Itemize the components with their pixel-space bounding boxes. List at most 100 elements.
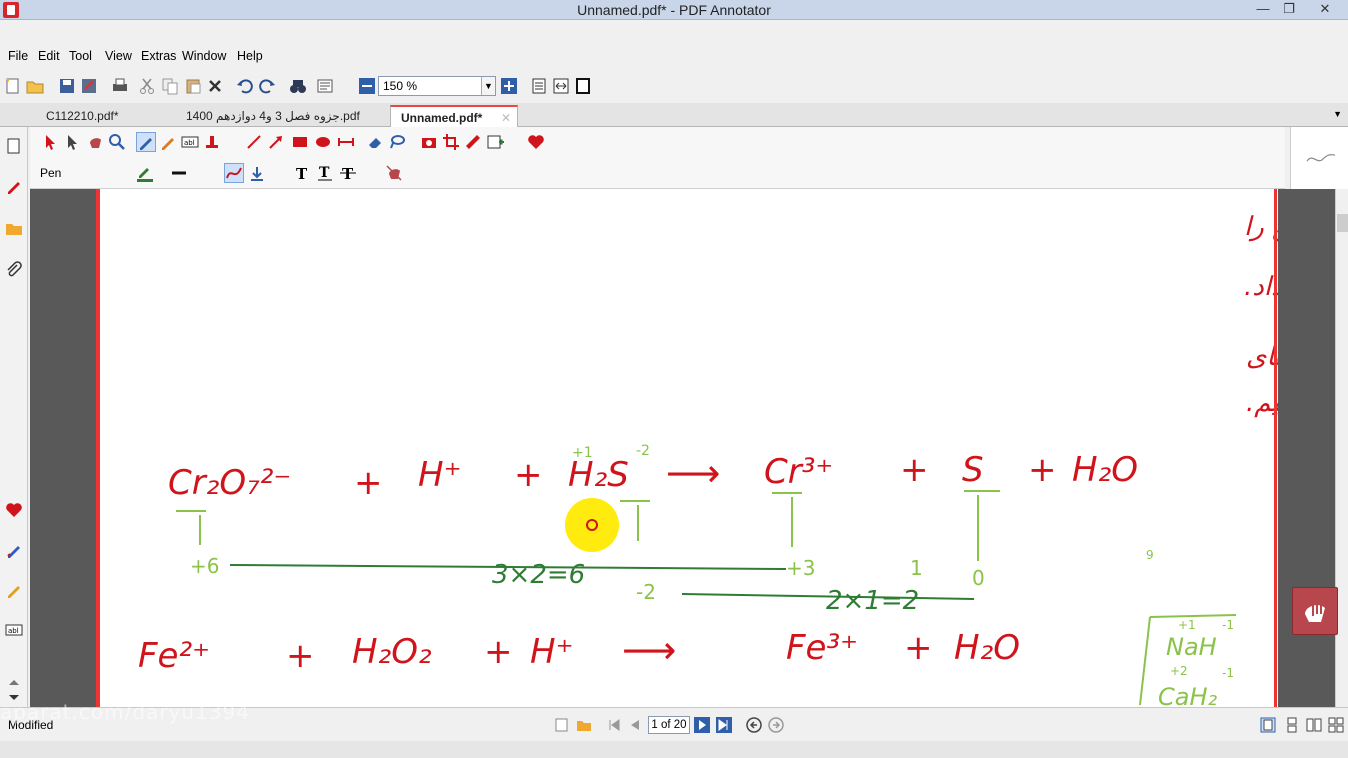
persian-line-1: باید تغییرات اعداد اکسایش را در عناصر سم… bbox=[1244, 212, 1278, 242]
highlighter-icon[interactable] bbox=[5, 581, 23, 599]
print-icon[interactable] bbox=[111, 77, 131, 95]
pen-color-icon[interactable] bbox=[136, 164, 154, 182]
pdf-page[interactable]: باید تغییرات اعداد اکسایش را در عناصر سم… bbox=[96, 189, 1348, 711]
heart-icon[interactable] bbox=[5, 501, 23, 519]
view-single-icon[interactable] bbox=[1260, 717, 1276, 733]
attachment-icon[interactable] bbox=[5, 261, 23, 279]
tab-list-icon[interactable]: ▼ bbox=[1333, 109, 1342, 119]
close-tab-icon[interactable]: ✕ bbox=[501, 111, 511, 125]
eq2-fe3: Fe³⁺ bbox=[786, 628, 858, 668]
close-button[interactable]: ✕ bbox=[1302, 0, 1348, 20]
redo-icon[interactable] bbox=[258, 77, 278, 95]
camera-icon[interactable] bbox=[420, 133, 438, 151]
menu-edit[interactable]: Edit bbox=[38, 49, 60, 63]
window-title: Unnamed.pdf* - PDF Annotator bbox=[577, 2, 771, 18]
ruler-icon[interactable] bbox=[464, 133, 482, 151]
eq2-arrow: ⟶ bbox=[622, 628, 676, 672]
lasso-icon[interactable] bbox=[388, 133, 406, 151]
zoom-in-icon[interactable] bbox=[500, 77, 520, 95]
text-strike-icon[interactable]: T bbox=[339, 164, 357, 183]
red-pen-icon[interactable] bbox=[5, 177, 23, 195]
next-page-icon[interactable] bbox=[694, 717, 710, 733]
textbox-tool-icon[interactable]: abl bbox=[181, 133, 199, 151]
eraser-icon[interactable] bbox=[366, 133, 384, 151]
maximize-button[interactable]: ❐ bbox=[1276, 0, 1302, 20]
page-layout-icon[interactable] bbox=[316, 77, 336, 95]
insert-image-icon[interactable] bbox=[486, 133, 504, 151]
first-page-icon[interactable] bbox=[606, 717, 622, 733]
hand-tool-icon[interactable] bbox=[86, 133, 104, 151]
highlighter-tool-icon[interactable] bbox=[159, 133, 177, 151]
new-icon[interactable] bbox=[4, 77, 24, 95]
stamp-icon[interactable] bbox=[203, 133, 221, 151]
text-bold-icon[interactable]: T bbox=[293, 164, 311, 183]
delete-icon[interactable] bbox=[206, 77, 226, 95]
last-page-icon[interactable] bbox=[716, 717, 732, 733]
ellipse-tool-icon[interactable] bbox=[314, 133, 332, 151]
marker-icon[interactable] bbox=[5, 541, 23, 559]
eq1-plus2: + bbox=[514, 455, 543, 495]
line-tool-icon[interactable] bbox=[245, 133, 263, 151]
arrow-tool-icon[interactable] bbox=[267, 133, 285, 151]
minimize-button[interactable]: — bbox=[1250, 0, 1276, 20]
single-page-icon[interactable] bbox=[530, 77, 550, 95]
chevron-down-icon[interactable]: ▼ bbox=[481, 77, 495, 95]
menu-extras[interactable]: Extras bbox=[141, 49, 176, 63]
view-two-page-icon[interactable] bbox=[1306, 717, 1322, 733]
page-thumbnail-icon[interactable] bbox=[554, 717, 570, 733]
back-icon[interactable] bbox=[746, 717, 762, 733]
crop-icon[interactable] bbox=[442, 133, 460, 151]
page-icon[interactable] bbox=[5, 137, 23, 155]
forward-icon[interactable] bbox=[768, 717, 784, 733]
ox-cr-left: +6 bbox=[190, 554, 219, 578]
pressure-icon[interactable] bbox=[248, 164, 266, 182]
cut-icon[interactable] bbox=[138, 77, 158, 95]
menu-help[interactable]: Help bbox=[237, 49, 263, 63]
text-box-icon[interactable]: abl bbox=[5, 621, 23, 639]
text-underline-icon[interactable]: T bbox=[316, 164, 334, 182]
smooth-stroke-icon[interactable] bbox=[224, 163, 244, 183]
select-arrow-icon[interactable] bbox=[42, 133, 60, 151]
save-as-icon[interactable] bbox=[80, 77, 100, 95]
fit-width-icon[interactable] bbox=[552, 77, 572, 95]
menu-view[interactable]: View bbox=[105, 49, 132, 63]
pen-tool-icon[interactable] bbox=[136, 132, 156, 152]
eq1-plus4: + bbox=[1028, 450, 1057, 490]
undo-icon[interactable] bbox=[236, 77, 256, 95]
page-number-field[interactable]: 1 of 20 bbox=[648, 716, 690, 734]
document-view[interactable]: باید تغییرات اعداد اکسایش را در عناصر سم… bbox=[30, 189, 1348, 711]
side-note-na-ox: +1 bbox=[1178, 618, 1196, 632]
scroll-thumb[interactable] bbox=[1337, 214, 1348, 232]
tab-c112210[interactable]: C112210.pdf* bbox=[36, 105, 146, 127]
tab-jozve[interactable]: جزوه فصل 3 و4 دوازدهم 1400.pdf bbox=[176, 105, 376, 127]
open-folder-icon[interactable] bbox=[26, 77, 46, 95]
eq1-plus1: + bbox=[354, 463, 383, 503]
menu-tool[interactable]: Tool bbox=[69, 49, 92, 63]
menu-window[interactable]: Window bbox=[182, 49, 226, 63]
tab-unnamed[interactable]: Unnamed.pdf* ✕ bbox=[390, 105, 518, 127]
tab-unnamed-label: Unnamed.pdf* bbox=[401, 111, 483, 125]
find-binoculars-icon[interactable] bbox=[289, 77, 309, 95]
copy-icon[interactable] bbox=[161, 77, 181, 95]
floating-hand-icon[interactable] bbox=[1292, 587, 1338, 635]
fullscreen-icon[interactable] bbox=[574, 77, 594, 95]
view-continuous-icon[interactable] bbox=[1284, 717, 1300, 733]
folder-open-icon[interactable] bbox=[576, 717, 592, 733]
line-width-icon[interactable] bbox=[170, 164, 188, 182]
text-select-icon[interactable] bbox=[64, 133, 82, 151]
prev-page-icon[interactable] bbox=[627, 717, 643, 733]
folder-icon[interactable] bbox=[5, 219, 23, 237]
rectangle-tool-icon[interactable] bbox=[291, 133, 309, 151]
zoom-out-icon[interactable] bbox=[358, 77, 378, 95]
palm-rejection-icon[interactable] bbox=[385, 164, 403, 182]
zoom-select[interactable]: 150 % ▼ bbox=[378, 76, 496, 96]
paste-icon[interactable] bbox=[184, 77, 204, 95]
svg-text:abl: abl bbox=[8, 627, 19, 635]
measure-tool-icon[interactable] bbox=[337, 133, 355, 151]
magnify-icon[interactable] bbox=[108, 133, 126, 151]
save-icon[interactable] bbox=[58, 77, 78, 95]
main-toolbar bbox=[0, 72, 1348, 100]
favorites-heart-icon[interactable] bbox=[527, 133, 545, 151]
menu-file[interactable]: File bbox=[8, 49, 28, 63]
view-two-continuous-icon[interactable] bbox=[1328, 717, 1344, 733]
